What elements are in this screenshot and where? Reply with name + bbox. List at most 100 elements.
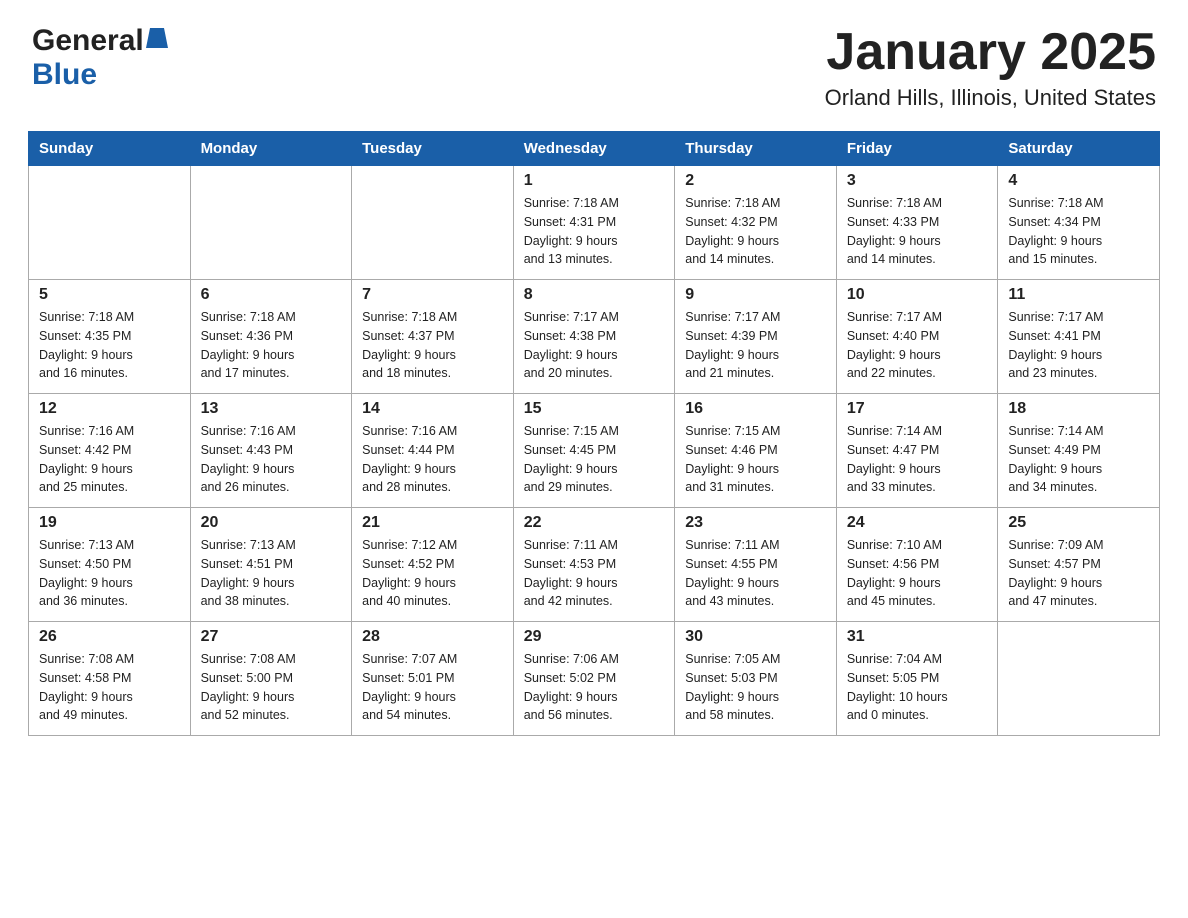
day-number: 31	[847, 628, 988, 646]
day-number: 1	[524, 172, 665, 190]
calendar-table: SundayMondayTuesdayWednesdayThursdayFrid…	[28, 131, 1160, 736]
calendar-cell: 8Sunrise: 7:17 AMSunset: 4:38 PMDaylight…	[513, 280, 675, 394]
calendar-cell: 18 Sunrise: 7:14 AMSunset: 4:49 PMDayligh…	[998, 394, 1160, 508]
page-title: January 2025	[825, 24, 1156, 81]
calendar-cell: 31 Sunrise: 7:04 AMSunset: 5:05 PMDayligh…	[836, 622, 998, 736]
calendar-cell: 13 Sunrise: 7:16 AMSunset: 4:43 PMDayligh…	[190, 394, 352, 508]
day-info: Sunrise: 7:18 AMSunset: 4:31 PMDaylight:…	[524, 194, 665, 269]
day-number: 9	[685, 286, 826, 304]
day-info: Sunrise: 7:11 AMSunset: 4:53 PMDaylight:…	[524, 536, 665, 611]
day-info: Sunrise: 7:13 AMSunset: 4:51 PMDaylight:…	[201, 536, 342, 611]
day-number: 24	[847, 514, 988, 532]
calendar-cell: 2 Sunrise: 7:18 AMSunset: 4:32 PMDaylight…	[675, 166, 837, 280]
day-info: Sunrise: 7:16 AMSunset: 4:43 PMDaylight:…	[201, 422, 342, 497]
logo-general-text: General	[32, 24, 144, 58]
calendar-cell: 20 Sunrise: 7:13 AMSunset: 4:51 PMDayligh…	[190, 508, 352, 622]
day-number: 13	[201, 400, 342, 418]
day-number: 14	[362, 400, 503, 418]
calendar-cell: 24 Sunrise: 7:10 AMSunset: 4:56 PMDayligh…	[836, 508, 998, 622]
day-info: Sunrise: 7:14 AMSunset: 4:49 PMDaylight:…	[1008, 422, 1149, 497]
calendar-cell: 19 Sunrise: 7:13 AMSunset: 4:50 PMDayligh…	[29, 508, 191, 622]
day-number: 21	[362, 514, 503, 532]
calendar-cell: 17Sunrise: 7:14 AMSunset: 4:47 PMDayligh…	[836, 394, 998, 508]
page-subtitle: Orland Hills, Illinois, United States	[825, 85, 1156, 111]
calendar-cell: 26 Sunrise: 7:08 AMSunset: 4:58 PMDayligh…	[29, 622, 191, 736]
calendar-cell: 23Sunrise: 7:11 AMSunset: 4:55 PMDayligh…	[675, 508, 837, 622]
day-number: 29	[524, 628, 665, 646]
calendar-cell: 29Sunrise: 7:06 AMSunset: 5:02 PMDayligh…	[513, 622, 675, 736]
day-number: 25	[1008, 514, 1149, 532]
calendar-cell: 10 Sunrise: 7:17 AMSunset: 4:40 PMDayligh…	[836, 280, 998, 394]
day-number: 18	[1008, 400, 1149, 418]
calendar-cell: 27 Sunrise: 7:08 AMSunset: 5:00 PMDayligh…	[190, 622, 352, 736]
day-number: 26	[39, 628, 180, 646]
day-number: 11	[1008, 286, 1149, 304]
calendar-cell	[352, 166, 514, 280]
day-info: Sunrise: 7:17 AMSunset: 4:41 PMDaylight:…	[1008, 308, 1149, 383]
calendar-cell: 22Sunrise: 7:11 AMSunset: 4:53 PMDayligh…	[513, 508, 675, 622]
day-info: Sunrise: 7:18 AMSunset: 4:35 PMDaylight:…	[39, 308, 180, 383]
day-number: 8	[524, 286, 665, 304]
day-info: Sunrise: 7:18 AMSunset: 4:34 PMDaylight:…	[1008, 194, 1149, 269]
day-number: 16	[685, 400, 826, 418]
calendar-header-thursday: Thursday	[675, 132, 837, 166]
calendar-header-tuesday: Tuesday	[352, 132, 514, 166]
calendar-cell	[190, 166, 352, 280]
calendar-header-sunday: Sunday	[29, 132, 191, 166]
calendar-cell: 12 Sunrise: 7:16 AMSunset: 4:42 PMDayligh…	[29, 394, 191, 508]
calendar-week-2: 5Sunrise: 7:18 AMSunset: 4:35 PMDaylight…	[29, 280, 1160, 394]
calendar-header-friday: Friday	[836, 132, 998, 166]
day-info: Sunrise: 7:08 AMSunset: 5:00 PMDaylight:…	[201, 650, 342, 725]
calendar-header-monday: Monday	[190, 132, 352, 166]
day-info: Sunrise: 7:17 AMSunset: 4:39 PMDaylight:…	[685, 308, 826, 383]
day-number: 27	[201, 628, 342, 646]
calendar-cell: 28Sunrise: 7:07 AMSunset: 5:01 PMDayligh…	[352, 622, 514, 736]
calendar-cell: 1 Sunrise: 7:18 AMSunset: 4:31 PMDaylight…	[513, 166, 675, 280]
calendar-cell: 16 Sunrise: 7:15 AMSunset: 4:46 PMDayligh…	[675, 394, 837, 508]
day-info: Sunrise: 7:18 AMSunset: 4:36 PMDaylight:…	[201, 308, 342, 383]
calendar-week-1: 1 Sunrise: 7:18 AMSunset: 4:31 PMDaylight…	[29, 166, 1160, 280]
day-number: 3	[847, 172, 988, 190]
day-number: 7	[362, 286, 503, 304]
day-info: Sunrise: 7:18 AMSunset: 4:33 PMDaylight:…	[847, 194, 988, 269]
day-number: 12	[39, 400, 180, 418]
day-number: 2	[685, 172, 826, 190]
day-info: Sunrise: 7:12 AMSunset: 4:52 PMDaylight:…	[362, 536, 503, 611]
day-info: Sunrise: 7:18 AMSunset: 4:37 PMDaylight:…	[362, 308, 503, 383]
day-info: Sunrise: 7:14 AMSunset: 4:47 PMDaylight:…	[847, 422, 988, 497]
day-info: Sunrise: 7:10 AMSunset: 4:56 PMDaylight:…	[847, 536, 988, 611]
calendar-cell: 3 Sunrise: 7:18 AMSunset: 4:33 PMDaylight…	[836, 166, 998, 280]
day-number: 6	[201, 286, 342, 304]
day-number: 15	[524, 400, 665, 418]
day-info: Sunrise: 7:09 AMSunset: 4:57 PMDaylight:…	[1008, 536, 1149, 611]
day-number: 20	[201, 514, 342, 532]
logo: General Blue	[32, 24, 168, 92]
calendar-cell: 9 Sunrise: 7:17 AMSunset: 4:39 PMDaylight…	[675, 280, 837, 394]
calendar-cell: 11 Sunrise: 7:17 AMSunset: 4:41 PMDayligh…	[998, 280, 1160, 394]
day-info: Sunrise: 7:16 AMSunset: 4:42 PMDaylight:…	[39, 422, 180, 497]
calendar-cell: 30Sunrise: 7:05 AMSunset: 5:03 PMDayligh…	[675, 622, 837, 736]
day-info: Sunrise: 7:13 AMSunset: 4:50 PMDaylight:…	[39, 536, 180, 611]
calendar-week-5: 26 Sunrise: 7:08 AMSunset: 4:58 PMDayligh…	[29, 622, 1160, 736]
day-info: Sunrise: 7:08 AMSunset: 4:58 PMDaylight:…	[39, 650, 180, 725]
day-number: 19	[39, 514, 180, 532]
calendar-week-4: 19 Sunrise: 7:13 AMSunset: 4:50 PMDayligh…	[29, 508, 1160, 622]
day-number: 10	[847, 286, 988, 304]
calendar-cell	[998, 622, 1160, 736]
calendar-cell: 15 Sunrise: 7:15 AMSunset: 4:45 PMDayligh…	[513, 394, 675, 508]
calendar-week-3: 12 Sunrise: 7:16 AMSunset: 4:42 PMDayligh…	[29, 394, 1160, 508]
calendar-cell: 21 Sunrise: 7:12 AMSunset: 4:52 PMDayligh…	[352, 508, 514, 622]
day-info: Sunrise: 7:07 AMSunset: 5:01 PMDaylight:…	[362, 650, 503, 725]
calendar-cell: 5Sunrise: 7:18 AMSunset: 4:35 PMDaylight…	[29, 280, 191, 394]
day-info: Sunrise: 7:18 AMSunset: 4:32 PMDaylight:…	[685, 194, 826, 269]
logo-blue-text: Blue	[32, 58, 97, 91]
day-info: Sunrise: 7:04 AMSunset: 5:05 PMDaylight:…	[847, 650, 988, 725]
day-info: Sunrise: 7:15 AMSunset: 4:45 PMDaylight:…	[524, 422, 665, 497]
calendar-header-saturday: Saturday	[998, 132, 1160, 166]
calendar-header-wednesday: Wednesday	[513, 132, 675, 166]
calendar-header-row: SundayMondayTuesdayWednesdayThursdayFrid…	[29, 132, 1160, 166]
calendar-cell: 14Sunrise: 7:16 AMSunset: 4:44 PMDayligh…	[352, 394, 514, 508]
day-info: Sunrise: 7:17 AMSunset: 4:40 PMDaylight:…	[847, 308, 988, 383]
calendar-cell	[29, 166, 191, 280]
day-info: Sunrise: 7:15 AMSunset: 4:46 PMDaylight:…	[685, 422, 826, 497]
